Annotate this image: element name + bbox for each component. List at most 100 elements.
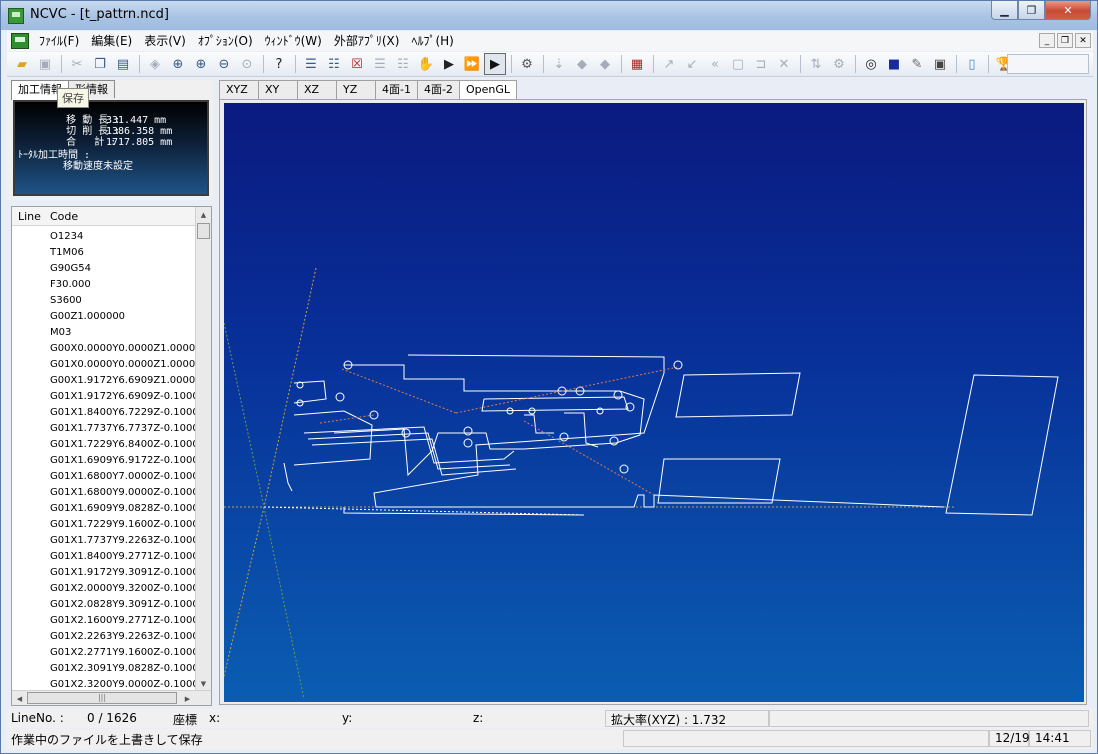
mdi-close-button[interactable]: ✕ [1075, 33, 1091, 48]
code-list[interactable]: Line Code O1234 T1M06 G90G54 F30.000 S3600 G0… [11, 206, 212, 706]
edit-list-icon[interactable]: ☷ [323, 53, 345, 75]
code-row[interactable]: G90G54 [12, 261, 196, 277]
menu-help[interactable]: ﾍﾙﾌﾟ(H) [405, 31, 459, 51]
image-icon[interactable]: ▣ [929, 53, 951, 75]
code-row[interactable]: G01X1.6800Y7.0000Z-0.1000 [12, 469, 196, 485]
menu-options[interactable]: ｵﾌﾟｼｮﾝ(O) [192, 31, 259, 51]
code-row[interactable]: M03 [12, 325, 196, 341]
scroll-up-icon[interactable]: ▲ [196, 207, 211, 222]
step-forward-icon[interactable]: ▶ [438, 53, 460, 75]
scroll-left-icon[interactable]: ◀ [12, 691, 27, 706]
chevrons-icon[interactable]: « [704, 53, 726, 75]
code-row[interactable]: F30.000 [12, 277, 196, 293]
title-bar[interactable]: NCVC - [t_pattrn.ncd] ▁ ❐ ✕ [1, 1, 1097, 30]
play-icon[interactable]: ▶ [484, 53, 506, 75]
menu-file[interactable]: ﾌｧｲﾙ(F) [33, 31, 85, 51]
stop-icon[interactable]: ☒ [346, 53, 368, 75]
code-row[interactable]: S3600 [12, 293, 196, 309]
menu-view[interactable]: 表示(V) [138, 31, 192, 51]
mdi-minimize-button[interactable]: _ [1039, 33, 1055, 48]
opengl-canvas[interactable] [219, 103, 1084, 702]
open-icon[interactable]: ▰ [11, 53, 33, 75]
tab-xz[interactable]: XZ [297, 80, 337, 99]
code-row[interactable]: O1234 [12, 229, 196, 245]
paste-icon[interactable]: ▤ [112, 53, 134, 75]
bracket-icon[interactable]: ⊐ [750, 53, 772, 75]
code-row[interactable]: G01X1.7229Y6.8400Z-0.1000 [12, 437, 196, 453]
horizontal-scroll-thumb[interactable]: ||| [27, 692, 177, 704]
shape2-icon[interactable]: ◆ [594, 53, 616, 75]
menu-external-apps[interactable]: 外部ｱﾌﾟﾘ(X) [328, 31, 406, 51]
tab-four-view-2[interactable]: 4面-2 [416, 80, 460, 99]
help-icon[interactable]: ? [268, 53, 290, 75]
zoom-previous-icon[interactable]: ⊙ [236, 53, 258, 75]
draw-icon[interactable]: ✎ [906, 53, 928, 75]
code-row[interactable]: G01X1.6800Y9.0000Z-0.1000 [12, 485, 196, 501]
column-code[interactable]: Code [50, 210, 78, 223]
code-row[interactable]: G01X1.9172Y6.6909Z-0.1000 [12, 389, 196, 405]
jw-icon[interactable]: ■ [883, 53, 905, 75]
code-row[interactable]: G01X2.1600Y9.2771Z-0.1000 [12, 613, 196, 629]
code-row[interactable]: G00X0.0000Y0.0000Z1.0000 [12, 341, 196, 357]
code-row[interactable]: G01X1.7229Y9.1600Z-0.1000 [12, 517, 196, 533]
code-row[interactable]: G01X0.0000Y0.0000Z1.0000 [12, 357, 196, 373]
document-icon[interactable] [11, 33, 29, 49]
app-icon[interactable] [8, 8, 24, 24]
code-row[interactable]: G01X1.9172Y9.3091Z-0.1000 [12, 565, 196, 581]
code-row[interactable]: G01X1.8400Y6.7229Z-0.1000 [12, 405, 196, 421]
tab-opengl[interactable]: OpenGL [458, 80, 517, 101]
horizontal-scrollbar[interactable]: ◀ ||| ▶ [12, 690, 211, 705]
tab-four-view-1[interactable]: 4面-1 [375, 80, 418, 99]
grid-icon[interactable]: ☷ [392, 53, 414, 75]
sort-icon[interactable]: ⇅ [805, 53, 827, 75]
code-row[interactable]: G01X2.3091Y9.0828Z-0.1000 [12, 661, 196, 677]
close-button[interactable]: ✕ [1045, 1, 1091, 20]
code-row[interactable]: G01X1.6909Y6.9172Z-0.1000 [12, 453, 196, 469]
restore-button[interactable]: ❐ [1018, 1, 1045, 20]
shape-icon[interactable]: ◆ [571, 53, 593, 75]
column-line[interactable]: Line [18, 210, 41, 223]
book-icon[interactable]: ▯ [961, 53, 983, 75]
arrow-icon[interactable]: ↗ [658, 53, 680, 75]
drill-icon[interactable]: ⇣ [548, 53, 570, 75]
zoom-out-icon[interactable]: ⊖ [213, 53, 235, 75]
delete-icon[interactable]: ✕ [773, 53, 795, 75]
frame-icon[interactable]: ▢ [727, 53, 749, 75]
menu-window[interactable]: ｳｨﾝﾄﾞｳ(W) [259, 31, 328, 51]
save-icon[interactable]: ▣ [34, 53, 56, 75]
code-row[interactable]: G01X1.7737Y9.2263Z-0.1000 [12, 533, 196, 549]
cut-icon[interactable]: ✂ [66, 53, 88, 75]
export-icon[interactable]: ▦ [626, 53, 648, 75]
tab-xyz[interactable]: XYZ [219, 80, 259, 99]
copy-icon[interactable]: ❐ [89, 53, 111, 75]
code-row[interactable]: G01X2.0000Y9.3200Z-0.1000 [12, 581, 196, 597]
fast-forward-icon[interactable]: ⏩ [461, 53, 483, 75]
code-row[interactable]: T1M06 [12, 245, 196, 261]
menu-edit[interactable]: 編集(E) [85, 31, 138, 51]
scroll-down-icon[interactable]: ▼ [196, 676, 211, 691]
code-row[interactable]: G01X1.6909Y9.0828Z-0.1000 [12, 501, 196, 517]
mdi-restore-button[interactable]: ❐ [1057, 33, 1073, 48]
toolbar-field[interactable] [1007, 54, 1089, 74]
minimize-button[interactable]: ▁ [991, 1, 1018, 20]
tab-xy[interactable]: XY [258, 80, 298, 99]
zoom-fit-icon[interactable]: ⊕ [167, 53, 189, 75]
tab-yz[interactable]: YZ [336, 80, 376, 99]
settings-icon[interactable]: ⚙ [516, 53, 538, 75]
step-icon[interactable]: ☰ [369, 53, 391, 75]
hand-icon[interactable]: ✋ [415, 53, 437, 75]
code-row[interactable]: G00Z1.000000 [12, 309, 196, 325]
zoom-in-icon[interactable]: ⊕ [190, 53, 212, 75]
list-icon[interactable]: ☰ [300, 53, 322, 75]
code-row[interactable]: G01X2.3200Y9.0000Z-0.1000 [12, 677, 196, 691]
code-row[interactable]: G01X1.8400Y9.2771Z-0.1000 [12, 549, 196, 565]
code-row[interactable]: G01X2.2771Y9.1600Z-0.1000 [12, 645, 196, 661]
code-row[interactable]: G01X2.0828Y9.3091Z-0.1000 [12, 597, 196, 613]
vertical-scroll-thumb[interactable] [197, 223, 210, 239]
trim-icon[interactable]: ↙ [681, 53, 703, 75]
layers-icon[interactable]: ◈ [144, 53, 166, 75]
csv-icon[interactable]: ◎ [860, 53, 882, 75]
scroll-right-icon[interactable]: ▶ [180, 691, 195, 706]
code-row[interactable]: G01X2.2263Y9.2263Z-0.1000 [12, 629, 196, 645]
code-row[interactable]: G01X1.7737Y6.7737Z-0.1000 [12, 421, 196, 437]
